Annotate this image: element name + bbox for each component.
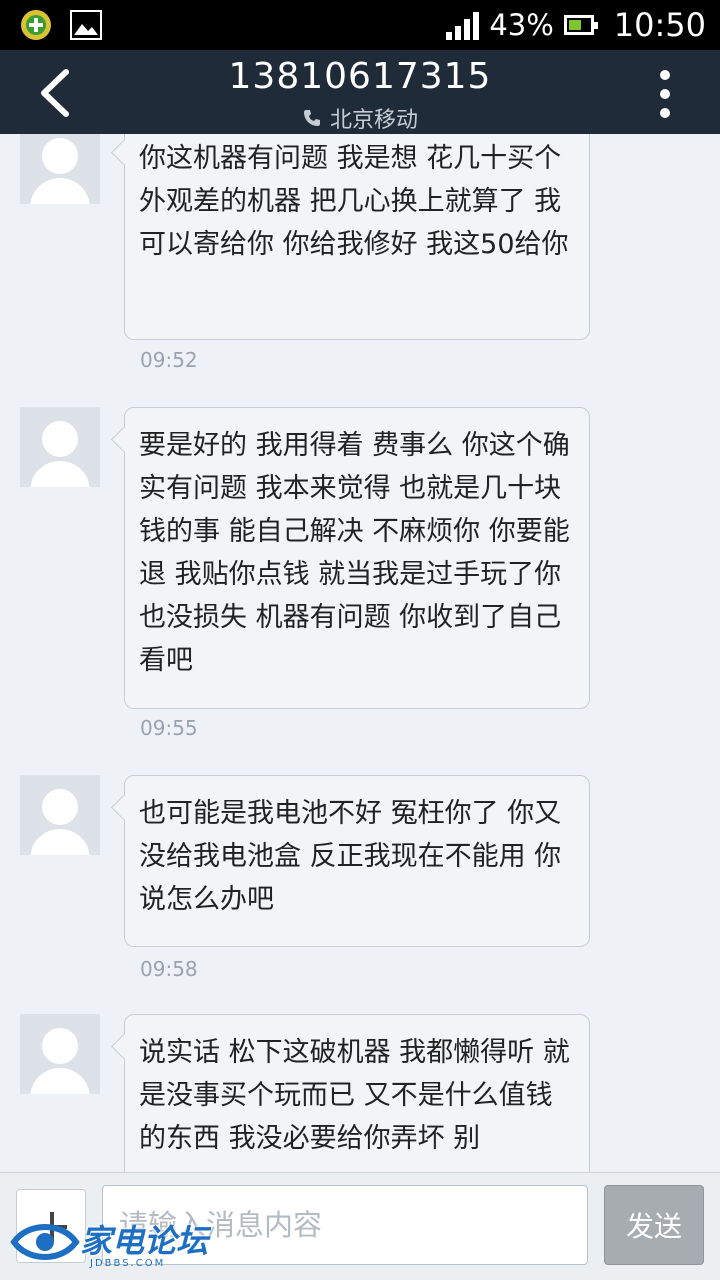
signal-icon bbox=[446, 10, 480, 40]
phone-icon bbox=[303, 110, 320, 126]
compose-bar: 发送 bbox=[0, 1172, 720, 1280]
avatar[interactable] bbox=[20, 775, 100, 855]
add-attachment-button[interactable] bbox=[16, 1189, 86, 1263]
carrier-label: 北京移动 bbox=[329, 108, 418, 133]
message-list[interactable]: 你这机器有问题 我是想 花几十买个外观差的机器 把几心换上就算了 我可以寄给你 … bbox=[0, 134, 720, 1172]
message-bubble[interactable]: 你这机器有问题 我是想 花几十买个外观差的机器 把几心换上就算了 我可以寄给你 … bbox=[124, 134, 590, 340]
message-bubble[interactable]: 也可能是我电池不好 冤枉你了 你又没给我电池盒 反正我现在不能用 你说怎么办吧 bbox=[124, 775, 590, 947]
battery-icon bbox=[563, 15, 598, 35]
message-time: 09:55 bbox=[140, 716, 198, 740]
more-options-icon[interactable] bbox=[650, 70, 680, 118]
message-time: 09:52 bbox=[140, 348, 198, 372]
send-button[interactable]: 发送 bbox=[604, 1185, 704, 1265]
message-bubble[interactable]: 说实话 松下这破机器 我都懒得听 就是没事买个玩而已 又不是什么值钱的东西 我没… bbox=[124, 1014, 590, 1172]
message-bubble[interactable]: 要是好的 我用得着 费事么 你这个确实有问题 我本来觉得 也就是几十块钱的事 能… bbox=[124, 407, 590, 709]
avatar[interactable] bbox=[20, 134, 100, 204]
status-bar: 43% 10:50 bbox=[0, 0, 720, 50]
avatar[interactable] bbox=[20, 407, 100, 487]
message-input[interactable] bbox=[102, 1185, 588, 1265]
message-time: 09:58 bbox=[140, 957, 198, 981]
clock: 10:50 bbox=[613, 6, 706, 44]
contact-number: 13810617315 bbox=[228, 56, 492, 97]
battery-percent: 43% bbox=[489, 8, 554, 42]
image-notification-icon bbox=[70, 10, 102, 40]
conversation-header: 13810617315 北京移动 bbox=[0, 50, 720, 134]
carrier-line: 北京移动 bbox=[0, 102, 720, 134]
avatar[interactable] bbox=[20, 1014, 100, 1094]
app-notification-icon bbox=[21, 10, 51, 40]
